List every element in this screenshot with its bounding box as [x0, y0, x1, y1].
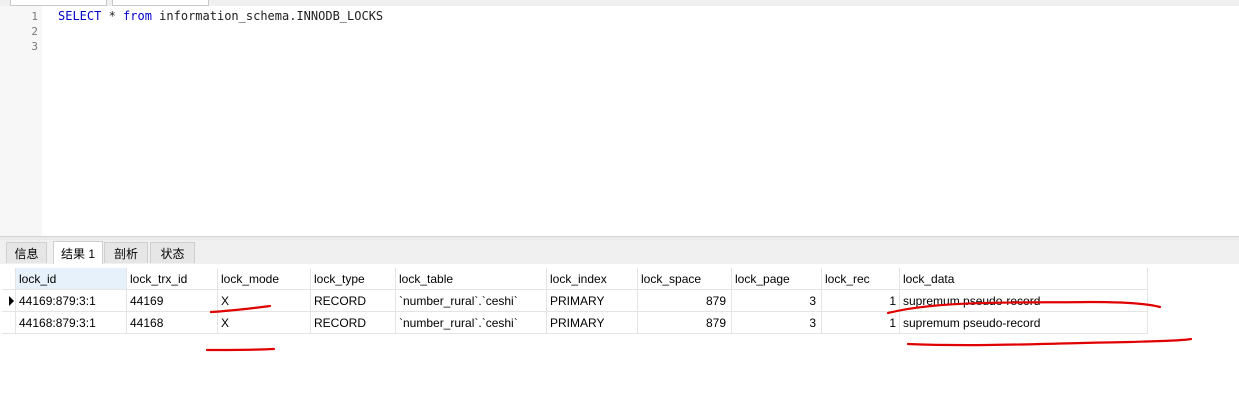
sql-query-line[interactable]: SELECT * from information_schema.INNODB_… — [58, 9, 383, 23]
line-number: 3 — [31, 40, 38, 53]
tab-info[interactable]: 信息 — [6, 242, 47, 263]
table-cell[interactable]: 879 — [638, 312, 732, 334]
table-cell[interactable]: 44168 — [127, 312, 218, 334]
line-number: 2 — [31, 25, 38, 38]
table-cell[interactable]: RECORD — [311, 290, 396, 312]
tab-status[interactable]: 状态 — [150, 242, 195, 263]
result-tab-bar: 信息 结果 1 剖析 状态 — [0, 240, 1239, 264]
table-cell[interactable]: X — [218, 290, 311, 312]
table-cell[interactable]: 879 — [638, 290, 732, 312]
table-cell[interactable]: 1 — [822, 312, 900, 334]
table-cell[interactable]: PRIMARY — [547, 290, 638, 312]
sql-editor[interactable]: 1 2 3 SELECT * from information_schema.I… — [0, 6, 1239, 236]
table-cell[interactable]: 44169 — [127, 290, 218, 312]
table-cell[interactable]: 44169:879:3:1 — [16, 290, 127, 312]
column-header-lock-mode[interactable]: lock_mode — [218, 268, 311, 290]
column-header-lock-page[interactable]: lock_page — [732, 268, 822, 290]
query-star: * — [101, 9, 124, 23]
column-header-lock-trx-id[interactable]: lock_trx_id — [127, 268, 218, 290]
line-number: 1 — [31, 10, 38, 23]
table-cell[interactable]: 1 — [822, 290, 900, 312]
keyword-select: SELECT — [58, 9, 102, 23]
table-cell[interactable]: `number_rural`.`ceshi` — [396, 312, 547, 334]
column-header-lock-type[interactable]: lock_type — [311, 268, 396, 290]
table-cell[interactable]: supremum pseudo-record — [900, 290, 1148, 312]
query-table: information_schema.INNODB_LOCKS — [151, 9, 384, 23]
column-header-lock-space[interactable]: lock_space — [638, 268, 732, 290]
keyword-from: from — [123, 9, 152, 23]
row-marker — [2, 312, 16, 334]
column-header-lock-id[interactable]: lock_id — [16, 268, 127, 290]
row-pointer-icon — [9, 296, 14, 306]
table-cell[interactable]: 3 — [732, 312, 822, 334]
tab-result-1[interactable]: 结果 1 — [53, 241, 103, 264]
result-grid[interactable]: lock_id lock_trx_id lock_mode lock_type … — [0, 264, 1239, 413]
column-header-lock-table[interactable]: lock_table — [396, 268, 547, 290]
table-cell[interactable]: RECORD — [311, 312, 396, 334]
line-number-gutter: 1 2 3 — [0, 6, 42, 236]
table-cell[interactable]: 44168:879:3:1 — [16, 312, 127, 334]
table-cell[interactable]: 3 — [732, 290, 822, 312]
row-header-corner — [2, 268, 16, 290]
column-header-lock-index[interactable]: lock_index — [547, 268, 638, 290]
column-header-lock-data[interactable]: lock_data — [900, 268, 1148, 290]
table-cell[interactable]: PRIMARY — [547, 312, 638, 334]
table-cell[interactable]: `number_rural`.`ceshi` — [396, 290, 547, 312]
column-header-lock-rec[interactable]: lock_rec — [822, 268, 900, 290]
current-row-marker — [2, 290, 16, 312]
table-cell[interactable]: supremum pseudo-record — [900, 312, 1148, 334]
table-cell[interactable]: X — [218, 312, 311, 334]
tab-profile[interactable]: 剖析 — [104, 242, 148, 263]
